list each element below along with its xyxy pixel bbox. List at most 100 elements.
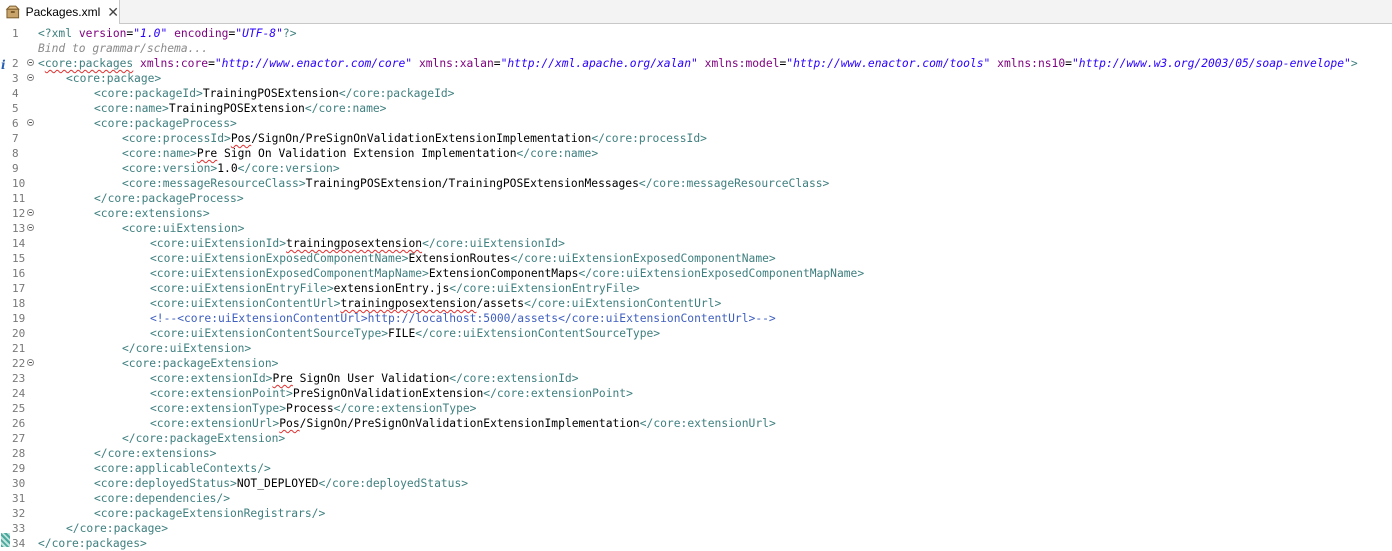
code-line[interactable]: 26 <core:extensionUrl>Pos/SignOn/PreSignO… [0, 416, 1392, 431]
token: <core:extensionPoint> [150, 387, 293, 400]
line-number: 31 [12, 492, 26, 505]
fold-toggle-icon[interactable] [27, 59, 34, 66]
line-number: 21 [12, 342, 26, 355]
line-number: 27 [12, 432, 26, 445]
code-text: <core:packageExtension> [122, 356, 278, 371]
code-line[interactable]: 20 <core:uiExtensionContentSourceType>FIL… [0, 326, 1392, 341]
code-text: <core:packageProcess> [94, 116, 237, 131]
code-line[interactable]: 32 <core:packageExtensionRegistrars/> [0, 506, 1392, 521]
code-text: </core:packages> [38, 536, 147, 551]
token: <core:processId> [122, 132, 231, 145]
line-number: 33 [12, 522, 26, 535]
code-line[interactable]: 12 <core:extensions> [0, 206, 1392, 221]
code-line[interactable]: 9 <core:version>1.0</core:version> [0, 161, 1392, 176]
code-line[interactable]: 22 <core:packageExtension> [0, 356, 1392, 371]
code-line[interactable]: 1 <?xml version="1.0" encoding="UTF-8"?> [0, 26, 1392, 41]
code-line[interactable]: 13 <core:uiExtension> [0, 221, 1392, 236]
code-line[interactable]: 8 <core:name>Pre Sign On Validation Exten… [0, 146, 1392, 161]
token: ExtensionRoutes [408, 252, 511, 265]
code-line[interactable]: 7 <core:processId>Pos/SignOn/PreSignOnVal… [0, 131, 1392, 146]
line-number: 4 [12, 87, 19, 100]
code-line[interactable]: 6 <core:packageProcess> [0, 116, 1392, 131]
token: </core:name> [304, 102, 387, 115]
code-line[interactable]: 3 <core:package> [0, 71, 1392, 86]
token: </core:uiExtension> [122, 342, 252, 355]
token: Sign On Validation Extension Implementat… [217, 147, 517, 160]
fold-toggle-icon[interactable] [27, 224, 34, 231]
token: Process [286, 402, 334, 415]
token: <core:extensionType> [150, 402, 287, 415]
token: SignOn User Validation [292, 372, 450, 385]
token: </core:messageResourceClass> [638, 177, 830, 190]
tab-title: Packages.xml [25, 5, 101, 19]
token: ExtensionComponentMaps [428, 267, 579, 280]
tab-packages-xml[interactable]: Packages.xml ✕ [0, 0, 120, 24]
line-number: 23 [12, 372, 26, 385]
token: trainingposextension [340, 297, 477, 310]
code-text: <core:extensions> [94, 206, 210, 221]
code-line[interactable]: 16 <core:uiExtensionExposedComponentMapNa… [0, 266, 1392, 281]
code-line[interactable]: 10 <core:messageResourceClass>TrainingPOS… [0, 176, 1392, 191]
token: > [1350, 57, 1358, 70]
fold-toggle-icon[interactable] [27, 74, 34, 81]
token: version [78, 27, 127, 40]
code-line[interactable]: 4 <core:packageId>TrainingPOSExtension</c… [0, 86, 1392, 101]
code-line[interactable]: 33 </core:package> [0, 521, 1392, 536]
line-number: 18 [12, 297, 26, 310]
code-line[interactable]: 19 <!--<core:uiExtensionContentUrl>http:/… [0, 311, 1392, 326]
code-line[interactable]: 27 </core:packageExtension> [0, 431, 1392, 446]
code-line[interactable]: 14 <core:uiExtensionId>trainingposextensi… [0, 236, 1392, 251]
fold-toggle-icon[interactable] [27, 119, 34, 126]
token: "http://www.enactor.com/core" [214, 57, 413, 70]
token: </core:uiExtensionExposedComponentName> [510, 252, 776, 265]
code-line[interactable]: 31 <core:dependencies/> [0, 491, 1392, 506]
code-line[interactable]: 11 </core:packageProcess> [0, 191, 1392, 206]
code-line[interactable]: 30 <core:deployedStatus>NOT_DEPLOYED</cor… [0, 476, 1392, 491]
code-line[interactable]: 24 <core:extensionPoint>PreSignOnValidati… [0, 386, 1392, 401]
token: <core:packageProcess> [94, 117, 237, 130]
token: </core:packageId> [338, 87, 455, 100]
code-line[interactable]: 5 <core:name>TrainingPOSExtension</core:n… [0, 101, 1392, 116]
xml-file-icon [5, 5, 20, 19]
token: <core:extensions> [94, 207, 210, 220]
code-line[interactable]: 2 <core:packages xmlns:core="http://www.e… [0, 56, 1392, 71]
fold-toggle-icon[interactable] [27, 359, 34, 366]
code-text: <core:uiExtension> [122, 221, 244, 236]
line-number: 26 [12, 417, 26, 430]
code-text: <core:uiExtensionContentSourceType>FILE<… [150, 326, 660, 341]
code-line[interactable]: 23 <core:extensionId>Pre SignOn User Vali… [0, 371, 1392, 386]
code-line[interactable]: 29 <core:applicableContexts/> [0, 461, 1392, 476]
token: TrainingPOSExtension/TrainingPOSExtensio… [305, 177, 639, 190]
code-line[interactable]: 21 </core:uiExtension> [0, 341, 1392, 356]
line-number: 19 [12, 312, 26, 325]
code-line[interactable]: Bind to grammar/schema... [0, 41, 1392, 56]
line-number: 15 [12, 252, 26, 265]
token: core:packages [44, 57, 134, 70]
token: </core:uiExtensionContentUrl> [524, 297, 722, 310]
code-text: <core:package> [66, 71, 161, 86]
code-line[interactable]: 17 <core:uiExtensionEntryFile>extensionEn… [0, 281, 1392, 296]
token: </core:extensionPoint> [483, 387, 633, 400]
token: Bind to grammar/schema... [38, 42, 209, 55]
close-icon[interactable]: ✕ [107, 5, 119, 19]
token: /assets [476, 297, 525, 310]
xml-editor[interactable]: i 1 <?xml version="1.0" encoding="UTF-8"?… [0, 24, 1392, 551]
line-number: 14 [12, 237, 26, 250]
code-line[interactable]: 28 </core:extensions> [0, 446, 1392, 461]
token: <!--<core:uiExtensionContentUrl>http://l… [150, 312, 776, 325]
token: xmlns:ns10 [997, 57, 1066, 70]
token: "1.0" [133, 27, 168, 40]
token: </core:uiExtensionId> [422, 237, 565, 250]
code-line[interactable]: 18 <core:uiExtensionContentUrl>trainingpo… [0, 296, 1392, 311]
code-line[interactable]: 34 </core:packages> [0, 536, 1392, 551]
code-line[interactable]: 15 <core:uiExtensionExposedComponentName>… [0, 251, 1392, 266]
token: 1.0 [217, 162, 238, 175]
fold-toggle-icon[interactable] [27, 209, 34, 216]
code-line[interactable]: 25 <core:extensionType>Process</core:exte… [0, 401, 1392, 416]
token: <core:extensionUrl> [150, 417, 280, 430]
code-text: <core:packageExtensionRegistrars/> [94, 506, 325, 521]
line-number: 20 [12, 327, 26, 340]
token: <core:deployedStatus> [94, 477, 237, 490]
token: <core:name> [94, 102, 169, 115]
